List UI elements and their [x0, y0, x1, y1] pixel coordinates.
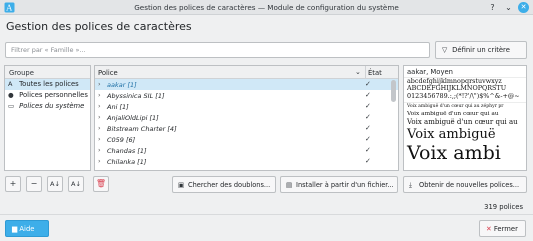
- preview-uppercase: ABCDEFGHIJKLMNOPQRSTU: [407, 85, 507, 92]
- duplicates-icon: ▣: [178, 181, 185, 189]
- enable-font-button[interactable]: A↓: [47, 176, 63, 192]
- help-button[interactable]: ▆ Aide: [5, 220, 49, 237]
- font-row[interactable]: › Chilanka [1] ✓: [95, 156, 398, 167]
- filter-input[interactable]: Filtrer par « Famille »...: [5, 42, 430, 58]
- font-enable-icon: A↓: [50, 180, 60, 188]
- footer-divider: [0, 214, 533, 215]
- help-context-icon[interactable]: ?: [487, 2, 498, 13]
- group-panel: Groupe A Toutes les polices ● Polices pe…: [4, 65, 91, 171]
- font-name: Ani [1]: [107, 102, 129, 111]
- expand-chevron-icon[interactable]: ›: [98, 91, 101, 99]
- window-title: Gestion des polices de caractères — Modu…: [134, 3, 399, 12]
- group-item-all-fonts[interactable]: A Toutes les polices: [5, 79, 90, 90]
- preview-sample-m: Voix ambiguë d'un cœur qui au: [407, 118, 518, 126]
- check-icon[interactable]: ✓: [365, 135, 371, 143]
- page-title: Gestion des polices de caractères: [6, 20, 192, 33]
- install-from-file-button[interactable]: ▤ Installer à partir d'un fichier...: [280, 176, 398, 193]
- group-item-system-fonts[interactable]: ▭ Polices du système: [5, 101, 90, 112]
- font-name: Abyssinica SIL [1]: [107, 91, 165, 100]
- check-icon[interactable]: ✓: [365, 80, 371, 88]
- expand-chevron-icon[interactable]: ›: [98, 146, 101, 154]
- trash-icon: 🗑: [95, 179, 107, 188]
- expand-chevron-icon[interactable]: ›: [98, 102, 101, 110]
- preview-sample-xl: Voix ambi: [407, 143, 501, 164]
- define-criteria-label: Définir un critère: [452, 46, 510, 54]
- help-label: Aide: [19, 225, 35, 233]
- group-item-label: Polices du système: [19, 102, 85, 110]
- font-row[interactable]: › AnjaliOldLipi [1] ✓: [95, 112, 398, 123]
- group-header: Groupe: [5, 66, 90, 79]
- font-list-scrollbar[interactable]: [391, 80, 396, 102]
- expand-chevron-icon[interactable]: ›: [98, 113, 101, 121]
- get-new-fonts-label: Obtenir de nouvelles polices...: [419, 181, 520, 189]
- help-book-icon: ▆: [12, 225, 18, 233]
- font-row[interactable]: › C059 [6] ✓: [95, 134, 398, 145]
- add-group-button[interactable]: +: [5, 176, 21, 192]
- preview-lowercase: abcdefghijklmnopqrstuvwxyz: [407, 78, 502, 85]
- font-name: Chilanka [1]: [107, 157, 147, 166]
- find-duplicates-button[interactable]: ▣ Chercher des doublons...: [172, 176, 276, 193]
- preview-sample-xs: Voix ambiguë d'un cœur qui au zéphyr pr: [407, 104, 504, 109]
- check-icon[interactable]: ✓: [365, 157, 371, 165]
- computer-icon: ▭: [8, 102, 15, 110]
- download-icon: ⤓: [409, 181, 412, 189]
- check-icon[interactable]: ✓: [365, 91, 371, 99]
- expand-chevron-icon[interactable]: ›: [98, 135, 101, 143]
- minimize-icon[interactable]: ⌄: [503, 2, 514, 13]
- font-name: Chandas [1]: [107, 146, 147, 155]
- expand-chevron-icon[interactable]: ›: [98, 157, 101, 165]
- disable-font-button[interactable]: A↓: [68, 176, 84, 192]
- font-list-panel: Police ⌄ État › aakar [1] ✓ › Abyssinica SI…: [94, 65, 399, 171]
- preview-sample-s: Voix ambiguë d'un cœur qui au: [407, 111, 499, 117]
- font-row[interactable]: › Abyssinica SIL [1] ✓: [95, 90, 398, 101]
- check-icon[interactable]: ✓: [365, 146, 371, 154]
- expand-chevron-icon[interactable]: ›: [98, 124, 101, 132]
- font-name: C059 [6]: [107, 135, 136, 144]
- preview-title: aakar, Moyen: [404, 66, 526, 78]
- remove-group-button[interactable]: −: [26, 176, 42, 192]
- file-icon: ▤: [286, 181, 293, 189]
- preview-sample-l: Voix ambiguë: [407, 127, 496, 142]
- filter-icon: ▽: [442, 46, 448, 54]
- find-duplicates-label: Chercher des doublons...: [188, 181, 271, 189]
- column-police[interactable]: Police: [98, 69, 118, 77]
- preview-digits: 0123456789.:,;(*!?'/\")$%^&-+@~: [404, 92, 526, 103]
- plus-icon: +: [9, 179, 17, 188]
- check-icon[interactable]: ✓: [365, 124, 371, 132]
- letter-a-icon: A: [8, 80, 13, 88]
- check-icon[interactable]: ✓: [365, 113, 371, 121]
- close-label: Fermer: [493, 225, 518, 233]
- expand-chevron-icon[interactable]: ›: [98, 80, 101, 88]
- font-name: aakar [1]: [107, 80, 137, 89]
- font-row[interactable]: › Bitstream Charter [4] ✓: [95, 123, 398, 134]
- window-titlebar: A Gestion des polices de caractères — Mo…: [0, 0, 533, 15]
- font-disable-icon: A↓: [71, 180, 81, 188]
- font-name: Bitstream Charter [4]: [107, 124, 177, 133]
- close-window-icon[interactable]: ✕: [518, 2, 529, 13]
- install-from-file-label: Installer à partir d'un fichier...: [296, 181, 394, 189]
- minus-icon: −: [30, 179, 38, 188]
- close-button[interactable]: ✕ Fermer: [479, 220, 526, 237]
- group-item-label: Toutes les polices: [19, 80, 79, 88]
- define-criteria-button[interactable]: ▽ Définir un critère: [435, 41, 527, 59]
- column-separator: [365, 66, 366, 79]
- group-item-label: Polices personnelles: [19, 91, 88, 99]
- font-row[interactable]: › Ani [1] ✓: [95, 101, 398, 112]
- get-new-fonts-button[interactable]: ⤓ Obtenir de nouvelles polices...: [403, 176, 527, 193]
- group-item-personal-fonts[interactable]: ● Polices personnelles: [5, 90, 90, 101]
- check-icon[interactable]: ✓: [365, 102, 371, 110]
- user-icon: ●: [8, 91, 14, 99]
- font-row[interactable]: › aakar [1] ✓: [95, 79, 398, 90]
- column-etat[interactable]: État: [368, 69, 382, 77]
- sort-chevron-icon[interactable]: ⌄: [355, 68, 361, 76]
- font-preview-panel: aakar, Moyen abcdefghijklmnopqrstuvwxyz …: [403, 65, 527, 171]
- font-row[interactable]: › Chandas [1] ✓: [95, 145, 398, 156]
- font-list-header: Police ⌄ État: [95, 66, 398, 79]
- font-name: AnjaliOldLipi [1]: [107, 113, 159, 122]
- font-count: 319 polices: [484, 203, 523, 211]
- close-icon: ✕: [486, 225, 492, 233]
- delete-font-button[interactable]: 🗑: [93, 176, 109, 192]
